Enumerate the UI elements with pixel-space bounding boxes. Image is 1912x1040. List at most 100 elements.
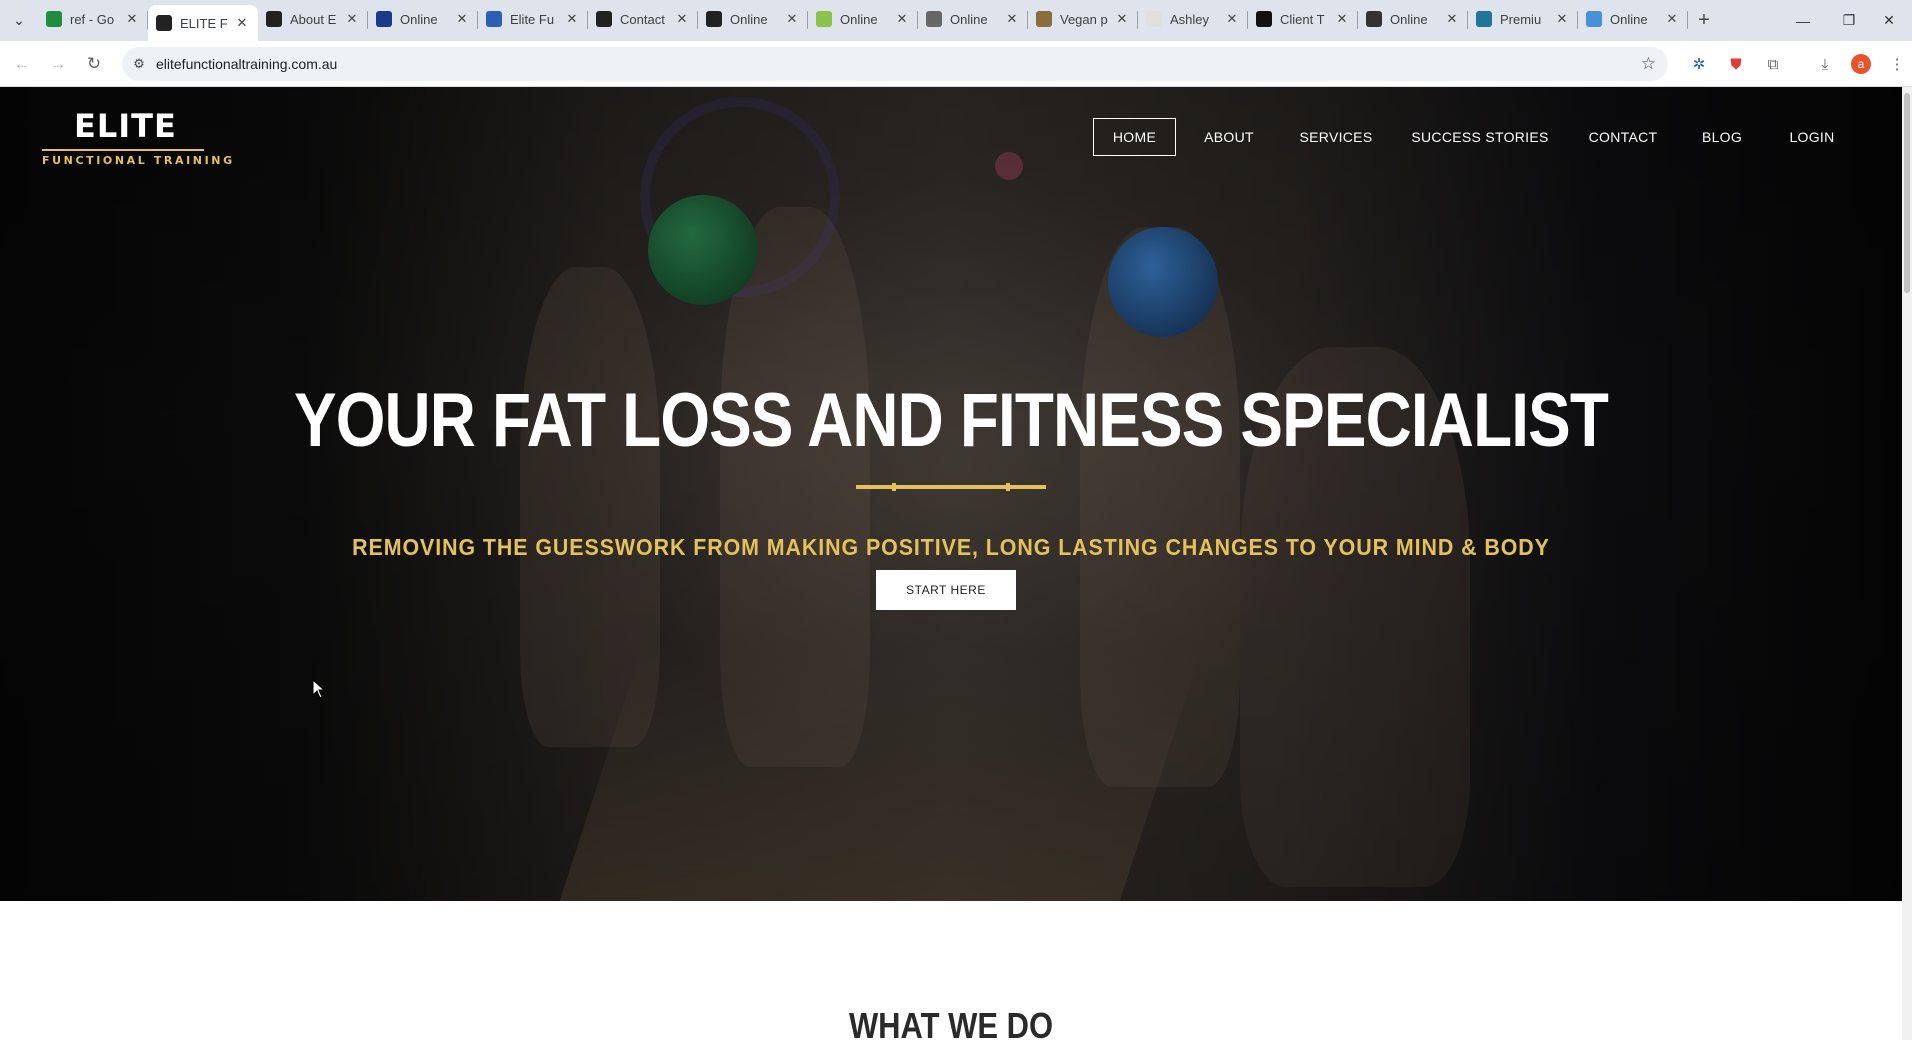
mouse-cursor-icon xyxy=(312,678,326,704)
browser-tab[interactable]: Vegan p ✕ xyxy=(1028,2,1138,36)
back-icon[interactable]: ← xyxy=(4,46,40,82)
tab-close-icon[interactable]: ✕ xyxy=(234,15,250,31)
logo-wordmark: ELITE xyxy=(74,107,177,145)
browser-tab[interactable]: Ashley ✕ xyxy=(1138,2,1248,36)
menu-kebab-icon[interactable]: ⋮ xyxy=(1882,49,1912,79)
circle-favicon xyxy=(376,11,392,27)
browser-toolbar: ← → ↻ ⚙ elitefunctionaltraining.com.au ☆… xyxy=(0,41,1912,87)
logo-tagline: FUNCTIONAL TRAINING xyxy=(42,154,235,167)
url-text: elitefunctionaltraining.com.au xyxy=(156,56,338,72)
tab-close-icon[interactable]: ✕ xyxy=(1224,11,1240,27)
browser-tab-strip: ⌄ ref - Go ✕ ELITE F ✕ About E ✕ Online ✕ Elite … xyxy=(0,0,1912,41)
tab-label: Online xyxy=(950,11,988,27)
tab-close-icon[interactable]: ✕ xyxy=(454,11,470,27)
tab-close-icon[interactable]: ✕ xyxy=(894,11,910,27)
doc-favicon xyxy=(1586,11,1602,27)
tab-close-icon[interactable]: ✕ xyxy=(1004,11,1020,27)
avatar: a xyxy=(1851,54,1871,74)
download-icon[interactable]: ⤓ xyxy=(1810,49,1840,79)
browser-tab[interactable]: Premiu ✕ xyxy=(1468,2,1578,36)
shield-extension-icon[interactable]: ⛊ xyxy=(1721,49,1751,79)
browser-tab[interactable]: Online ✕ xyxy=(698,2,808,36)
tab-close-icon[interactable]: ✕ xyxy=(674,11,690,27)
tab-close-icon[interactable]: ✕ xyxy=(784,11,800,27)
nav-login[interactable]: LOGIN xyxy=(1782,118,1842,156)
lime-circle-favicon xyxy=(816,11,832,27)
browser-tab[interactable]: Online ✕ xyxy=(808,2,918,36)
tab-label: Online xyxy=(840,11,878,27)
tab-label: Online xyxy=(730,11,768,27)
tab-close-icon[interactable]: ✕ xyxy=(1444,11,1460,27)
chart-favicon xyxy=(1256,11,1272,27)
figure-favicon xyxy=(1036,11,1052,27)
tab-label: Online xyxy=(1390,11,1428,27)
page-viewport: ELITE FUNCTIONAL TRAINING HOME ABOUT SER… xyxy=(0,87,1902,1040)
nav-blog[interactable]: BLOG xyxy=(1696,118,1748,156)
tab-label: Elite Fu xyxy=(510,11,555,27)
sheets-icon xyxy=(46,11,62,27)
nav-services[interactable]: SERVICES xyxy=(1296,118,1376,156)
browser-tab[interactable]: Client T ✕ xyxy=(1248,2,1358,36)
tab-label: Premiu xyxy=(1500,11,1542,27)
nav-about[interactable]: ABOUT xyxy=(1196,118,1262,156)
browser-tab[interactable]: ref - Go ✕ xyxy=(38,2,148,36)
browser-tab[interactable]: About E ✕ xyxy=(258,2,368,36)
tab-label: ELITE F xyxy=(180,15,228,31)
tab-close-icon[interactable]: ✕ xyxy=(1114,11,1130,27)
browser-tab[interactable]: Online ✕ xyxy=(1358,2,1468,36)
minimize-icon[interactable]: — xyxy=(1780,0,1826,41)
tab-close-icon[interactable]: ✕ xyxy=(344,11,360,27)
wp-favicon xyxy=(1476,11,1492,27)
tab-search-icon[interactable]: ⌄ xyxy=(0,0,38,41)
tab-close-icon[interactable]: ✕ xyxy=(124,11,140,27)
start-here-button[interactable]: START HERE xyxy=(876,570,1016,610)
elite-favicon xyxy=(706,11,722,27)
hero-title: YOUR FAT LOSS AND FITNESS SPECIALIST xyxy=(293,378,1609,463)
nav-success-stories[interactable]: SUCCESS STORIES xyxy=(1410,118,1550,156)
script-favicon xyxy=(926,11,942,27)
extension-icon[interactable]: ✲ xyxy=(1684,49,1714,79)
page-scrollbar[interactable] xyxy=(1902,87,1912,1040)
nav-home[interactable]: HOME xyxy=(1093,118,1176,156)
tab-label: Ashley xyxy=(1170,11,1210,27)
section-heading: WHAT WE DO xyxy=(848,1005,1054,1040)
puzzle-extensions-icon[interactable]: ⧉ xyxy=(1758,49,1788,79)
hero-section: ELITE FUNCTIONAL TRAINING HOME ABOUT SER… xyxy=(0,87,1902,901)
close-window-icon[interactable]: ✕ xyxy=(1866,0,1912,41)
hero-divider xyxy=(856,483,1046,491)
tab-label: About E xyxy=(290,11,337,27)
tab-label: Vegan p xyxy=(1060,11,1108,27)
new-tab-button[interactable]: + xyxy=(1688,0,1720,41)
tab-close-icon[interactable]: ✕ xyxy=(1334,11,1350,27)
hero-subtitle: REMOVING THE GUESSWORK FROM MAKING POSIT… xyxy=(352,534,1550,560)
site-info-icon[interactable]: ⚙ xyxy=(122,56,156,72)
swirl-favicon xyxy=(486,11,502,27)
browser-tab[interactable]: Online ✕ xyxy=(368,2,478,36)
box-favicon xyxy=(1366,11,1382,27)
tab-label: Client T xyxy=(1280,11,1325,27)
browser-tab[interactable]: Online ✕ xyxy=(918,2,1028,36)
nav-contact[interactable]: CONTACT xyxy=(1584,118,1662,156)
site-logo[interactable]: ELITE FUNCTIONAL TRAINING xyxy=(42,107,232,167)
address-bar[interactable]: ⚙ elitefunctionaltraining.com.au ☆ xyxy=(122,47,1668,81)
forward-icon[interactable]: → xyxy=(40,46,76,82)
logo-rule xyxy=(42,149,204,151)
tab-close-icon[interactable]: ✕ xyxy=(1664,11,1680,27)
profile-avatar[interactable]: a xyxy=(1846,49,1876,79)
tab-close-icon[interactable]: ✕ xyxy=(1554,11,1570,27)
tab-label: Online xyxy=(400,11,438,27)
blank-favicon xyxy=(1146,11,1162,27)
tab-label: ref - Go xyxy=(70,11,115,27)
divider-dot xyxy=(892,483,896,491)
browser-tab[interactable]: Contact ✕ xyxy=(588,2,698,36)
browser-tab[interactable]: Elite Fu ✕ xyxy=(478,2,588,36)
scrollbar-thumb[interactable] xyxy=(1904,93,1910,293)
tab-label: Contact xyxy=(620,11,665,27)
reload-icon[interactable]: ↻ xyxy=(76,46,112,82)
hero-overlay xyxy=(0,87,1902,901)
tab-close-icon[interactable]: ✕ xyxy=(564,11,580,27)
browser-tab[interactable]: ELITE F ✕ xyxy=(148,5,258,41)
browser-tab[interactable]: Online ✕ xyxy=(1578,2,1688,36)
bookmark-star-icon[interactable]: ☆ xyxy=(1641,54,1656,74)
elite-favicon xyxy=(266,11,282,27)
